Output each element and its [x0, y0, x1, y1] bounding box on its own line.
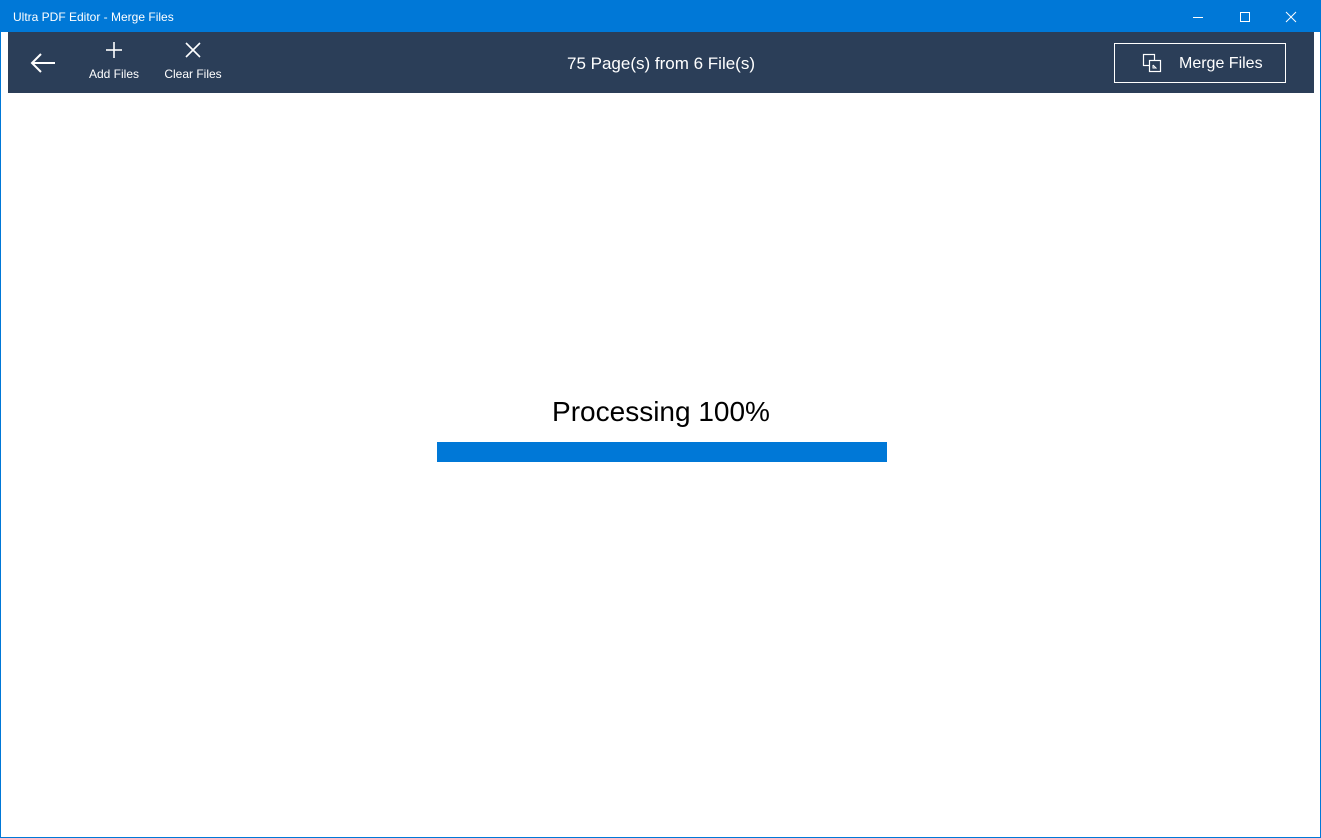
progress-bar-fill: [437, 442, 887, 462]
merge-files-button[interactable]: Merge Files: [1114, 43, 1286, 83]
close-button[interactable]: [1268, 1, 1314, 32]
title-bar: Ultra PDF Editor - Merge Files: [1, 1, 1320, 32]
processing-status: Processing 100%: [552, 396, 770, 427]
close-icon: [1285, 11, 1297, 22]
app-window: Ultra PDF Editor - Merge Files Add Files…: [0, 0, 1321, 838]
progress-bar: [437, 442, 887, 462]
merge-files-label: Merge Files: [1179, 55, 1263, 72]
minimize-button[interactable]: [1175, 1, 1221, 32]
maximize-button[interactable]: [1222, 1, 1268, 32]
main-content: Processing 100%: [8, 93, 1314, 831]
maximize-icon: [1240, 11, 1250, 22]
minimize-icon: [1193, 16, 1203, 18]
merge-icon: [1142, 53, 1162, 73]
command-bar: Add Files Clear Files 75 Page(s) from 6 …: [8, 32, 1314, 93]
window-title: Ultra PDF Editor - Merge Files: [13, 10, 174, 24]
